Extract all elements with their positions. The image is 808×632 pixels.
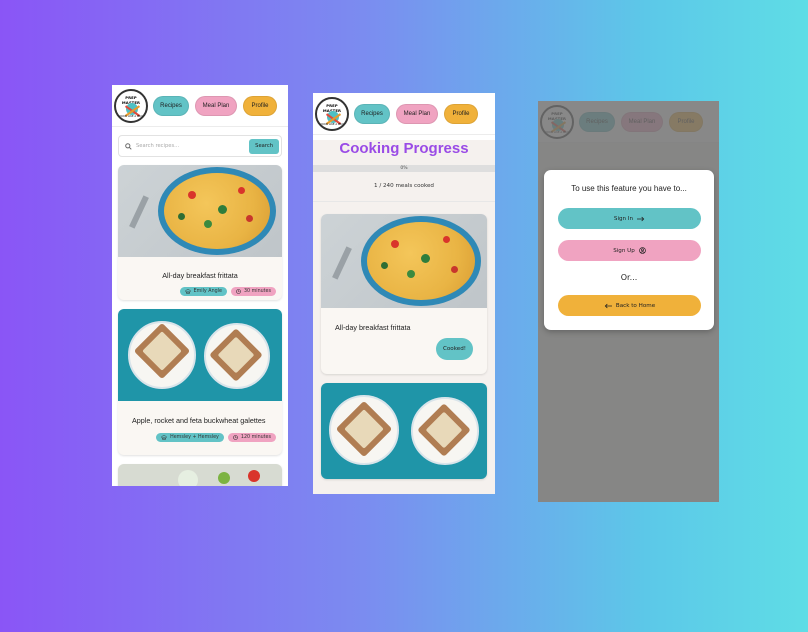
progress-bar: 0% [313,165,495,172]
recipe-image [321,383,487,479]
user-icon [639,247,646,254]
sign-in-label: Sign In [613,215,634,222]
cook-time: 120 minutes [240,435,271,440]
progress-percent: 0% [400,166,408,171]
author-badge: Emily Angle [179,287,227,296]
recipe-card[interactable]: All-day breakfast frittata Emily Angle 3… [118,165,282,300]
author-name: Hemsley + Hemsley [170,435,219,440]
recipe-image [321,214,487,308]
time-badge: 120 minutes [227,433,276,442]
logo-tagline: COOK LIKE A PRO [119,114,143,118]
author-name: Emily Angle [193,289,222,294]
recipe-image [118,309,282,401]
nav-profile-button[interactable]: Profile [243,95,277,116]
search-input[interactable]: Search recipes... [136,143,249,149]
recipes-screen: PREP MASTER COOK LIKE A PRO Recipes Meal… [112,85,288,486]
sign-up-button[interactable]: Sign Up [558,240,701,261]
search-button[interactable]: Search [249,138,279,154]
meals-cooked-count: 1 / 240 meals cooked [313,183,495,202]
recipe-title: Apple, rocket and feta buckwheat galette… [132,416,266,425]
sign-up-label: Sign Up [613,247,635,254]
nav-profile-button[interactable]: Profile [444,103,478,124]
nav-recipes-button[interactable]: Recipes [153,95,189,116]
recipe-card[interactable]: All-day breakfast frittata Cooked! [321,214,487,374]
back-label: Back to Home [615,302,656,309]
sign-in-button[interactable]: Sign In [558,208,701,229]
arrow-right-icon [637,216,645,221]
auth-modal: To use this feature you have to... Sign … [544,170,714,330]
nav-meal-plan-button[interactable]: Meal Plan [195,95,237,116]
recipe-card[interactable]: Apple, rocket and feta buckwheat galette… [118,309,282,455]
nav-meal-plan-button[interactable]: Meal Plan [396,103,438,124]
clock-icon [233,435,238,440]
app-header: PREP MASTER COOK LIKE A PRO Recipes Meal… [313,93,495,135]
app-header: PREP MASTER COOK LIKE A PRO Recipes Meal… [112,85,288,127]
modal-title: To use this feature you have to... [571,184,687,193]
chef-hat-icon [161,435,167,440]
back-to-home-button[interactable]: Back to Home [558,295,701,316]
recipe-card[interactable] [321,383,487,479]
logo[interactable]: PREP MASTER COOK LIKE A PRO [114,88,148,123]
nav-recipes-button[interactable]: Recipes [354,103,390,124]
cooking-progress-screen: PREP MASTER COOK LIKE A PRO Recipes Meal… [313,93,495,494]
logo-tagline: COOK LIKE A PRO [320,122,344,126]
arrow-left-icon [604,303,612,308]
or-separator: Or... [620,273,638,282]
search-bar: Search recipes... Search [118,135,282,157]
author-badge: Hemsley + Hemsley [156,433,224,442]
chef-hat-icon [184,289,191,294]
page-title: Cooking Progress [339,140,469,157]
recipe-card[interactable] [118,464,282,486]
clock-icon [236,289,241,294]
recipe-title: All-day breakfast frittata [162,271,238,280]
logo[interactable]: PREP MASTER COOK LIKE A PRO [315,96,349,131]
search-icon [125,142,132,150]
cook-time: 30 minutes [243,289,271,294]
recipe-image [118,165,282,257]
auth-screen: PREP MASTER COOK LIKE A PRO Recipes Meal… [538,101,719,502]
time-badge: 30 minutes [230,287,276,296]
cooked-button[interactable]: Cooked! [435,338,473,360]
recipe-title: All-day breakfast frittata [335,323,411,332]
